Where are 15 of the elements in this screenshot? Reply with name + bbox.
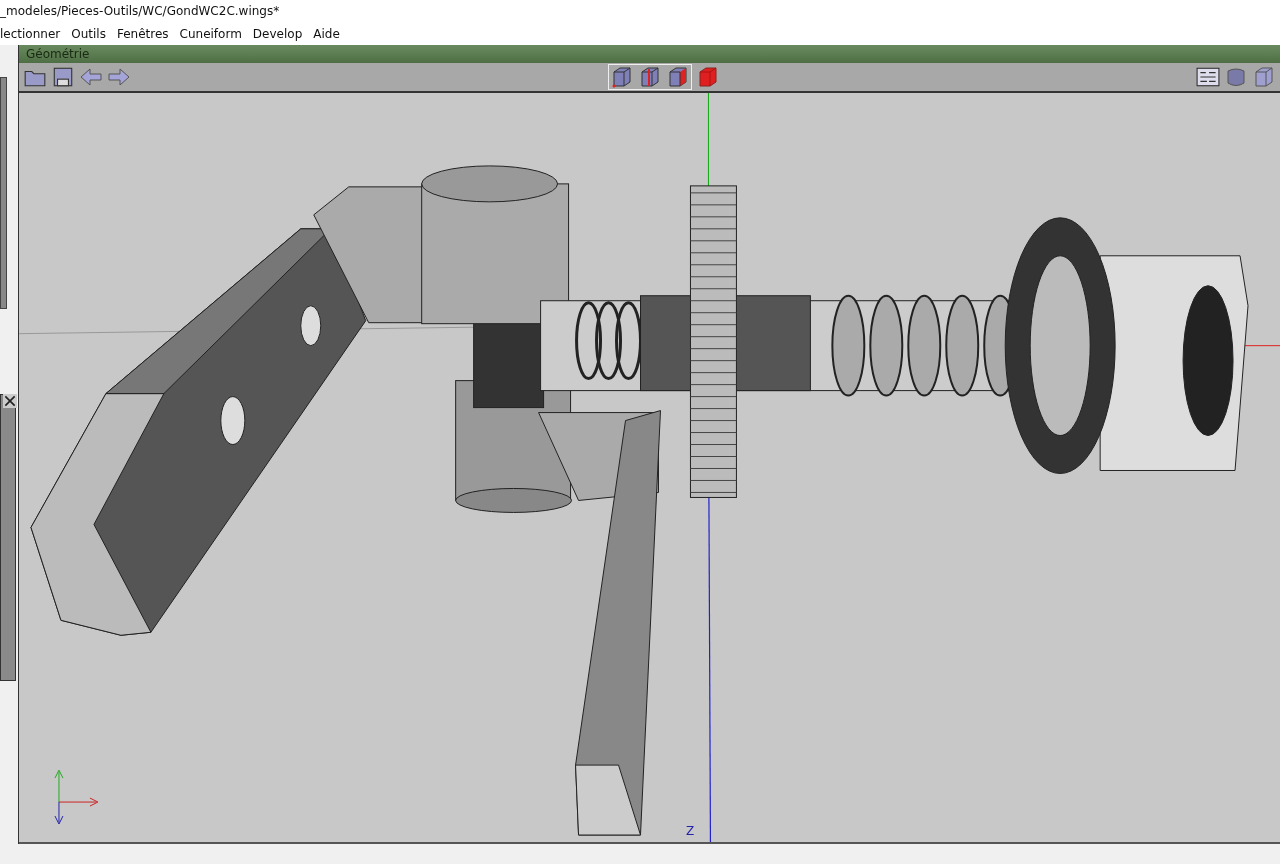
menu-item[interactable]: lectionner [0, 26, 61, 41]
panel-layout-icon[interactable] [1196, 66, 1220, 88]
close-icon[interactable] [3, 394, 17, 408]
window-title: Géométrie [26, 47, 90, 61]
menu-item[interactable]: Fenêtres [116, 26, 169, 41]
right-arrow-icon[interactable] [107, 66, 131, 88]
menu-item[interactable]: Aide [313, 26, 340, 41]
menu-item[interactable]: Cuneiform [179, 26, 242, 41]
window-title: _modeles/Pieces-Outils/WC/GondWC2C.wings* [0, 4, 280, 18]
axis-gizmo-icon [54, 769, 99, 825]
3d-viewport[interactable]: Z [19, 93, 1280, 844]
menu-item[interactable]: Develop [252, 26, 303, 41]
menu-item[interactable]: Outils [71, 26, 106, 41]
flat-shaded-cube-icon[interactable] [1252, 66, 1276, 88]
axis-label: Z [686, 824, 695, 838]
